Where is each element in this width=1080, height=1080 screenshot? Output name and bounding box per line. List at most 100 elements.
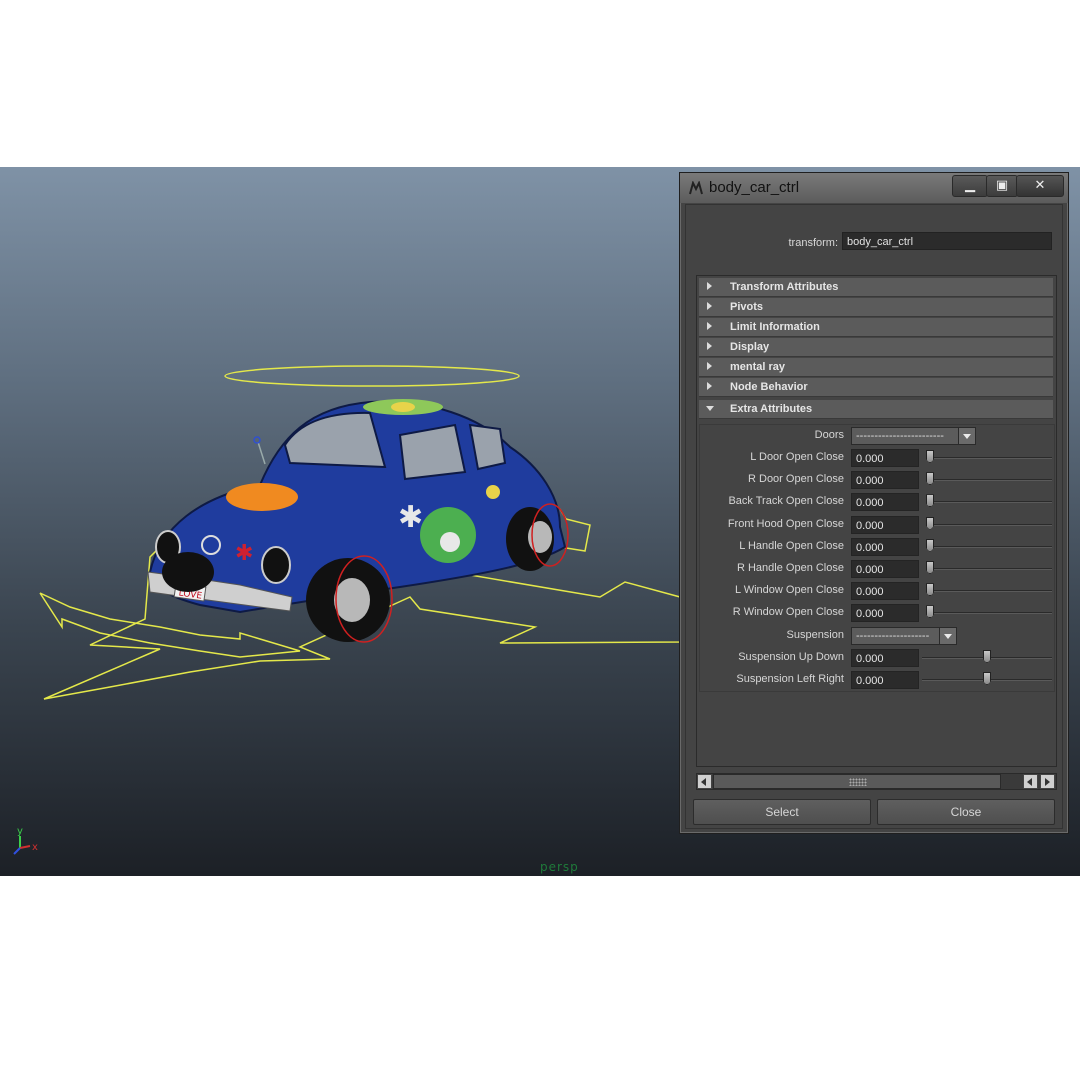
attribute-row: R Handle Open Close 0.000	[700, 558, 1054, 580]
attribute-label: Front Hood Open Close	[727, 517, 844, 530]
attribute-panel: Doors ------------------------ L Door Open…	[696, 275, 1057, 767]
expanded-arrow-icon	[706, 406, 714, 411]
maya-icon	[689, 181, 703, 195]
scroll-left-icon-2	[1027, 778, 1032, 786]
slider-track[interactable]	[926, 612, 1052, 615]
attribute-label: R Window Open Close	[732, 606, 844, 619]
collapsed-arrow-icon	[707, 302, 712, 310]
section-mental-ray[interactable]: mental ray	[699, 358, 1053, 377]
slider-handle[interactable]	[926, 494, 934, 508]
doors-row: Doors ------------------------	[700, 425, 1054, 447]
collapsed-arrow-icon	[707, 282, 712, 290]
attribute-value-field[interactable]: 0.000	[851, 604, 919, 623]
title-bar[interactable]: body_car_ctrl ▁ ▣ ✕	[680, 173, 1068, 203]
attribute-row: L Handle Open Close 0.000	[700, 536, 1054, 558]
attribute-value-field[interactable]: 0.000	[851, 449, 919, 467]
slider-handle[interactable]	[983, 672, 991, 685]
section-label: Display	[730, 341, 770, 353]
section-limit-information[interactable]: Limit Information	[699, 318, 1053, 337]
select-button[interactable]: Select	[693, 799, 871, 825]
extra-attributes-panel: Doors ------------------------ L Door Open…	[699, 424, 1055, 692]
slider-handle[interactable]	[926, 450, 934, 463]
suspension-row: Suspension --------------------	[700, 625, 1054, 647]
slider-handle[interactable]	[926, 583, 934, 597]
maximize-button[interactable]: ▣	[986, 175, 1018, 197]
minimize-button[interactable]: ▁	[952, 175, 988, 197]
attribute-label: R Handle Open Close	[736, 562, 844, 574]
attribute-row: L Door Open Close 0.000	[700, 447, 1054, 469]
section-node-behavior[interactable]: Node Behavior	[699, 378, 1053, 397]
scroll-left-button[interactable]	[697, 774, 712, 789]
scroll-left-icon	[701, 778, 706, 786]
attribute-label: L Door Open Close	[750, 451, 844, 463]
slider-track[interactable]	[926, 479, 1052, 482]
doors-value: ------------------------	[856, 430, 944, 442]
axis-y-label: y	[17, 826, 23, 837]
close-button[interactable]: Close	[877, 799, 1055, 825]
attribute-value-field[interactable]: 0.000	[851, 649, 919, 667]
attribute-value-field[interactable]: 0.000	[851, 560, 919, 578]
attribute-value-field[interactable]: 0.000	[851, 471, 919, 490]
attribute-label: Back Track Open Close	[728, 495, 844, 508]
attribute-value-field[interactable]: 0.000	[851, 671, 919, 689]
slider-handle[interactable]	[926, 516, 934, 530]
svg-text:✱: ✱	[398, 500, 423, 535]
doors-label: Doors	[814, 429, 844, 441]
axis-x-label: x	[32, 842, 38, 853]
section-label: Extra Attributes	[730, 403, 813, 415]
scroll-thumb[interactable]	[713, 774, 1001, 789]
grip-icon	[849, 778, 867, 786]
attribute-label: L Handle Open Close	[739, 539, 844, 552]
dropdown-arrow-button[interactable]	[958, 428, 975, 444]
attribute-label: Suspension Left Right	[736, 673, 844, 685]
attribute-value-field[interactable]: 0.000	[851, 582, 919, 601]
camera-label: persp	[540, 860, 579, 874]
attribute-row: R Window Open Close 0.000	[700, 602, 1054, 624]
car-model: ✱ ✱ LOVE	[147, 399, 567, 642]
slider-track[interactable]	[926, 523, 1052, 526]
attribute-editor-window: body_car_ctrl ▁ ▣ ✕ transform: body_car_…	[679, 172, 1069, 834]
horizontal-scrollbar[interactable]	[696, 773, 1057, 790]
collapsed-arrow-icon	[707, 362, 712, 370]
chevron-down-icon	[944, 634, 952, 639]
close-window-button[interactable]: ✕	[1016, 175, 1064, 197]
attribute-label: L Window Open Close	[734, 584, 844, 597]
attribute-value-field[interactable]: 0.000	[851, 493, 919, 512]
slider-track[interactable]	[926, 590, 1052, 593]
window-title: body_car_ctrl	[709, 179, 800, 196]
minimize-icon: ▁	[965, 177, 975, 192]
transform-label: transform:	[788, 237, 838, 249]
section-pivots[interactable]: Pivots	[699, 298, 1053, 317]
slider-handle[interactable]	[983, 650, 991, 663]
slider-handle[interactable]	[926, 561, 934, 574]
section-display[interactable]: Display	[699, 338, 1053, 357]
slider-handle[interactable]	[926, 605, 934, 619]
collapsed-arrow-icon	[707, 342, 712, 350]
doors-dropdown[interactable]: ------------------------	[851, 427, 976, 445]
svg-text:✱: ✱	[235, 541, 253, 566]
attribute-label: Suspension Up Down	[738, 651, 844, 663]
dropdown-arrow-button[interactable]	[939, 628, 956, 644]
section-transform-attributes[interactable]: Transform Attributes	[699, 278, 1053, 297]
attribute-value-field[interactable]: 0.000	[851, 515, 919, 534]
attribute-row: R Door Open Close 0.000	[700, 469, 1054, 491]
scroll-right-button[interactable]	[1040, 774, 1055, 789]
slider-track[interactable]	[926, 457, 1052, 459]
top-control-curve	[224, 365, 520, 387]
suspension-value: --------------------	[856, 630, 930, 642]
transform-field[interactable]: body_car_ctrl	[842, 232, 1052, 250]
slider-handle[interactable]	[926, 538, 934, 552]
section-label: Transform Attributes	[730, 281, 839, 293]
collapsed-arrow-icon	[707, 322, 712, 330]
section-extra-attributes[interactable]: Extra Attributes	[699, 400, 1053, 419]
scroll-left-end-button[interactable]	[1023, 774, 1038, 789]
suspension-dropdown[interactable]: --------------------	[851, 627, 957, 645]
scroll-right-icon	[1045, 778, 1050, 786]
attribute-value-field[interactable]: 0.000	[851, 537, 919, 556]
slider-track[interactable]	[926, 568, 1052, 570]
collapsed-arrow-icon	[707, 382, 712, 390]
slider-track[interactable]	[926, 501, 1052, 504]
attribute-row: Front Hood Open Close 0.000	[700, 514, 1054, 536]
slider-track[interactable]	[926, 545, 1052, 548]
slider-handle[interactable]	[926, 472, 934, 486]
